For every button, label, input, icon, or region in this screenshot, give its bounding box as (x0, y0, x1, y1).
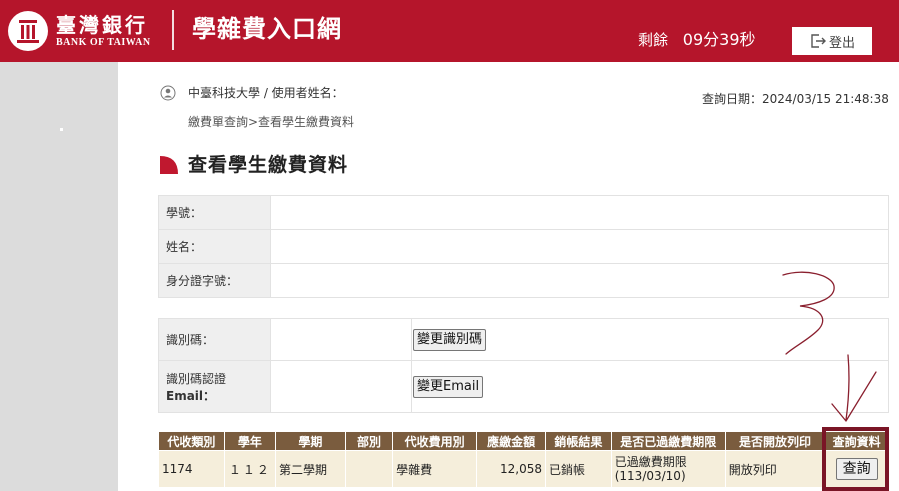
fee-table: 代收類別 學年 學期 部別 代收費用別 應繳金額 銷帳結果 是否已過繳費期限 是… (158, 431, 889, 488)
fee-table-header: 代收類別 學年 學期 部別 代收費用別 應繳金額 銷帳結果 是否已過繳費期限 是… (158, 431, 889, 451)
change-identification-code-button[interactable]: 變更識別碼 (413, 328, 487, 351)
table-row: 1174 １１２ 第二學期 學雜費 12,058 已銷帳 已過繳費期限 (113… (158, 450, 889, 488)
header-division: 部別 (344, 431, 394, 451)
header-amount: 應繳金額 (476, 431, 547, 451)
top-header: 臺灣銀行 BANK OF TAIWAN 學雜費入口網 剩餘 09分39秒 登出 (0, 0, 899, 62)
bank-name-cn: 臺灣銀行 (56, 13, 148, 37)
header-fee-type: 代收費用別 (392, 431, 478, 451)
countdown-label: 剩餘 (638, 31, 669, 49)
student-id-label: 學號： (158, 195, 271, 230)
user-info: 中臺科技大學 / 使用者姓名： (160, 84, 344, 101)
change-email-button[interactable]: 變更Email (413, 375, 484, 398)
identification-email-label: 識別碼認證 Email： (158, 360, 271, 413)
page-title-text: 查看學生繳費資料 (188, 154, 349, 176)
user-info-text: 中臺科技大學 / 使用者姓名： (188, 86, 344, 100)
logout-button[interactable]: 登出 (792, 27, 872, 55)
cell-year: １１２ (223, 450, 277, 488)
email-label-line2: Email： (166, 388, 216, 403)
identification-email-row: 識別碼認證 Email： 變更Email (158, 360, 889, 413)
breadcrumb: 繳費單查詢>查看學生繳費資料 (188, 115, 355, 129)
bank-logo[interactable]: 臺灣銀行 BANK OF TAIWAN (8, 6, 151, 56)
header-divider (172, 10, 174, 50)
query-button[interactable]: 查詢 (835, 458, 878, 480)
session-countdown: 剩餘 09分39秒 (638, 30, 756, 50)
change-email-cell: 變更Email (411, 360, 889, 413)
query-date: 查詢日期：2024/03/15 21:48:38 (702, 92, 889, 106)
header-term: 學期 (275, 431, 346, 451)
logout-icon (811, 34, 826, 48)
email-label-line1: 識別碼認證 (166, 371, 227, 386)
identification-table: 識別碼： 變更識別碼 識別碼認證 Email： 變更Email (158, 318, 889, 413)
id-number-value (270, 263, 889, 298)
logout-label: 登出 (828, 35, 855, 51)
countdown-value: 09分39秒 (682, 30, 756, 49)
header-settlement: 銷帳結果 (545, 431, 612, 451)
header-year: 學年 (223, 431, 277, 451)
cell-deadline: 已過繳費期限 (113/03/10) (610, 450, 726, 488)
title-marker-icon (160, 155, 178, 174)
cell-print-status: 開放列印 (724, 450, 826, 488)
deadline-date: (113/03/10) (614, 469, 686, 483)
cell-term: 第二學期 (275, 450, 346, 488)
bank-name-en: BANK OF TAIWAN (56, 37, 151, 48)
bank-emblem-icon (8, 11, 48, 51)
cell-fee-type: 學雜費 (392, 450, 478, 488)
identification-code-label: 識別碼： (158, 318, 271, 361)
side-panel-dot (60, 128, 63, 131)
id-number-label: 身分證字號： (158, 263, 271, 298)
name-row: 姓名： (158, 229, 889, 264)
identification-email-value (270, 360, 412, 413)
user-icon (160, 85, 176, 100)
header-category: 代收類別 (158, 431, 225, 451)
side-panel (0, 62, 118, 491)
cell-amount: 12,058 (476, 450, 547, 488)
header-deadline: 是否已過繳費期限 (610, 431, 726, 451)
cell-settlement: 已銷帳 (545, 450, 612, 488)
cell-category: 1174 (158, 450, 225, 488)
student-id-value (270, 195, 889, 230)
name-label: 姓名： (158, 229, 271, 264)
student-id-row: 學號： (158, 195, 889, 230)
header-query: 查詢資料 (824, 431, 889, 451)
site-title: 學雜費入口網 (192, 15, 342, 43)
identification-code-value (270, 318, 412, 361)
id-number-row: 身分證字號： (158, 263, 889, 298)
student-info-table: 學號： 姓名： 身分證字號： (158, 195, 889, 298)
deadline-status: 已過繳費期限 (614, 455, 687, 469)
change-code-cell: 變更識別碼 (411, 318, 889, 361)
page-title: 查看學生繳費資料 (158, 150, 348, 177)
header-print-status: 是否開放列印 (724, 431, 826, 451)
cell-division (344, 450, 394, 488)
name-value (270, 229, 889, 264)
cell-query: 查詢 (824, 450, 889, 488)
bank-logo-text: 臺灣銀行 BANK OF TAIWAN (56, 13, 151, 49)
identification-code-row: 識別碼： 變更識別碼 (158, 318, 889, 361)
